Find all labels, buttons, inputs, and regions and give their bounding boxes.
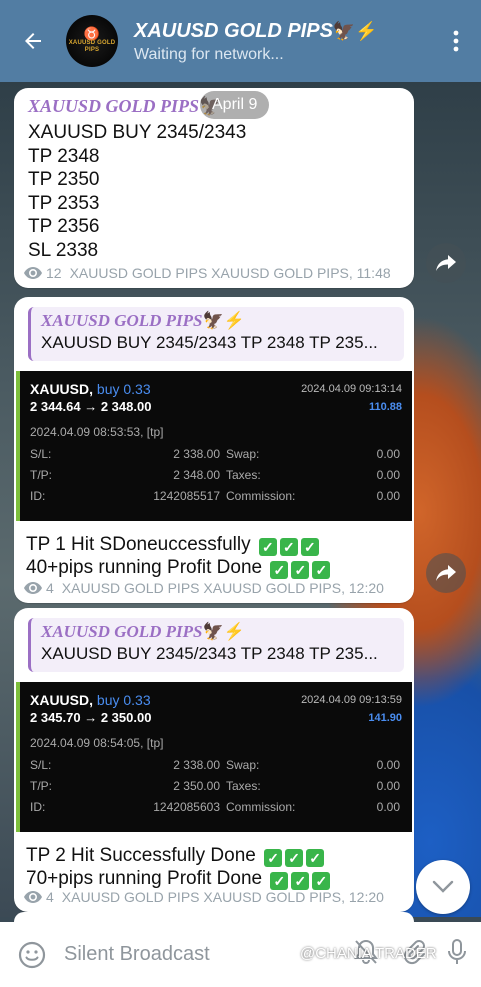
top-app-bar: ♉ XAUUSD GOLD PIPS XAUUSD GOLD PIPS🦅⚡ Wa… xyxy=(0,0,481,82)
message-line: TP 2 Hit Successfully Done ✓ ✓ ✓ xyxy=(26,844,414,867)
message-line: 70+pips running Profit Done ✓ ✓ ✓ xyxy=(26,867,414,890)
reply-sender: XAUUSD GOLD PIPS🦅⚡ xyxy=(41,622,245,641)
reply-sender: XAUUSD GOLD PIPS🦅⚡ xyxy=(41,311,245,330)
view-count: 12 xyxy=(46,265,62,281)
message-line: SL 2338 xyxy=(28,239,99,261)
eye-icon xyxy=(24,891,42,903)
more-vert-icon xyxy=(453,30,459,52)
trade-symbol: XAUUSD, buy 0.33 xyxy=(30,692,151,708)
reply-text: XAUUSD BUY 2345/2343 TP 2348 TP 235... xyxy=(41,644,378,663)
trade-timestamp: 2024.04.09 09:13:14 xyxy=(301,383,402,395)
emoji-button[interactable] xyxy=(0,922,64,987)
trade-symbol: XAUUSD, buy 0.33 xyxy=(30,381,151,397)
trade-opened: 2024.04.09 08:53:53, [tp] xyxy=(30,425,164,439)
message-line: 40+pips running Profit Done ✓ ✓ ✓ xyxy=(26,556,414,579)
back-button[interactable] xyxy=(0,0,66,82)
check-mark-icon: ✓ xyxy=(264,849,283,867)
reply-text: XAUUSD BUY 2345/2343 TP 2348 TP 235... xyxy=(41,333,378,352)
message-text: TP 1 Hit SDoneuccessfully ✓ ✓ ✓ 40+pips ru… xyxy=(26,533,414,579)
channel-title: XAUUSD GOLD PIPS🦅⚡ xyxy=(134,19,378,42)
watermark-text: @CHANIA TRADER xyxy=(300,945,437,962)
check-mark-icon: ✓ xyxy=(285,849,304,867)
share-button[interactable] xyxy=(426,243,466,283)
trade-screenshot[interactable]: XAUUSD, buy 0.33 2 344.64 → 2 348.00 202… xyxy=(16,371,412,521)
trade-opened: 2024.04.09 08:54:05, [tp] xyxy=(30,736,164,750)
mic-icon[interactable] xyxy=(447,938,467,971)
message-line: TP 2356 xyxy=(28,216,100,238)
view-count: 4 xyxy=(46,889,54,905)
trade-profit: 110.88 xyxy=(368,401,402,413)
message-line: TP 1 Hit SDoneuccessfully ✓ ✓ ✓ xyxy=(26,533,414,556)
check-mark-icon: ✓ xyxy=(306,849,325,867)
avatar-logo-text: XAUUSD GOLD PIPS xyxy=(68,40,116,53)
share-button[interactable] xyxy=(426,553,466,593)
check-mark-icon: ✓ xyxy=(291,872,310,890)
view-count: 4 xyxy=(46,580,54,596)
message-meta: 4 XAUUSD GOLD PIPS XAUUSD GOLD PIPS, 12:… xyxy=(24,580,384,596)
message-line: TP 2348 xyxy=(28,145,100,167)
message-bubble[interactable]: XAUUSD GOLD PIPS🦅⚡ XAUUSD BUY 2345/2343 … xyxy=(14,297,414,603)
share-icon xyxy=(436,255,456,271)
message-line: TP 2350 xyxy=(28,169,100,191)
check-mark-icon: ✓ xyxy=(312,561,331,579)
share-icon xyxy=(436,565,456,581)
message-signature: XAUUSD GOLD PIPS XAUUSD GOLD PIPS, 11:48 xyxy=(69,265,391,281)
message-meta: 12 XAUUSD GOLD PIPS XAUUSD GOLD PIPS, 11… xyxy=(24,265,391,281)
check-mark-icon: ✓ xyxy=(312,872,331,890)
more-options-button[interactable] xyxy=(431,0,481,82)
check-mark-icon: ✓ xyxy=(258,538,277,556)
trade-screenshot[interactable]: XAUUSD, buy 0.33 2 345.70 → 2 350.00 202… xyxy=(16,682,412,832)
check-mark-icon: ✓ xyxy=(291,561,310,579)
channel-title-block[interactable]: XAUUSD GOLD PIPS🦅⚡ Waiting for network..… xyxy=(134,19,431,64)
chevron-down-icon xyxy=(432,880,454,893)
date-pill: April 9 xyxy=(200,91,270,119)
message-meta: 4 XAUUSD GOLD PIPS XAUUSD GOLD PIPS, 12:… xyxy=(24,889,384,905)
message-signature: XAUUSD GOLD PIPS XAUUSD GOLD PIPS, 12:20 xyxy=(61,889,384,905)
message-line: XAUUSD BUY 2345/2343 xyxy=(28,122,247,143)
trade-prices: 2 345.70 → 2 350.00 xyxy=(30,710,152,725)
emoji-icon xyxy=(18,941,46,968)
message-bubble[interactable]: XAUUSD GOLD PIPS🦅⚡ XAUUSD BUY 2345/2343 … xyxy=(14,608,414,912)
connection-status: Waiting for network... xyxy=(134,45,284,63)
trade-profit: 141.90 xyxy=(368,712,402,724)
reply-preview[interactable]: XAUUSD GOLD PIPS🦅⚡ XAUUSD BUY 2345/2343 … xyxy=(28,618,404,672)
reply-preview[interactable]: XAUUSD GOLD PIPS🦅⚡ XAUUSD BUY 2345/2343 … xyxy=(28,307,404,361)
partial-message-bubble xyxy=(14,912,414,922)
channel-avatar[interactable]: ♉ XAUUSD GOLD PIPS xyxy=(66,15,118,67)
trade-timestamp: 2024.04.09 09:13:59 xyxy=(301,694,402,706)
scroll-down-button[interactable] xyxy=(416,860,470,914)
message-text: TP 2 Hit Successfully Done ✓ ✓ ✓ 70+pips r… xyxy=(26,844,414,890)
eye-icon xyxy=(24,267,42,279)
trade-prices: 2 344.64 → 2 348.00 xyxy=(30,399,152,414)
message-text: XAUUSD BUY 2345/2343 TP 2348 TP 2350 TP … xyxy=(28,121,398,263)
back-arrow-icon xyxy=(25,33,41,49)
eye-icon xyxy=(24,582,42,594)
check-mark-icon: ✓ xyxy=(270,561,289,579)
message-line: TP 2353 xyxy=(28,192,100,214)
check-mark-icon: ✓ xyxy=(279,538,298,556)
bull-logo-icon: ♉ xyxy=(83,26,101,41)
message-signature: XAUUSD GOLD PIPS XAUUSD GOLD PIPS, 12:20 xyxy=(61,580,384,596)
check-mark-icon: ✓ xyxy=(270,872,289,890)
check-mark-icon: ✓ xyxy=(300,538,319,556)
